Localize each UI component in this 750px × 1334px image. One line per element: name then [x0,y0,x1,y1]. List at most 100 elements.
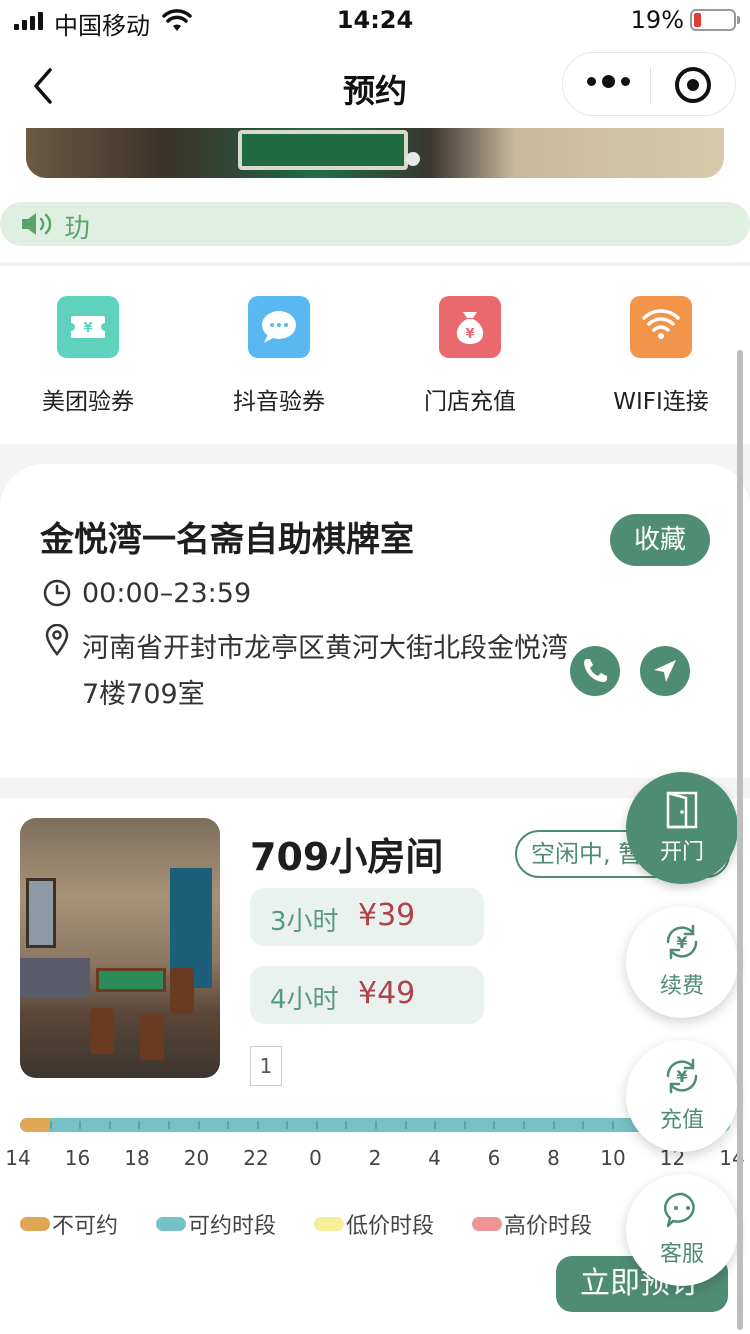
customer-service-button[interactable]: 客服 [626,1174,738,1286]
pagination-page[interactable]: 1 [250,1046,282,1086]
timeline-tick [256,1121,259,1129]
timeline-hour-label: 4 [428,1146,441,1170]
timeline-hour-label: 6 [487,1146,501,1170]
quick-action-meituan[interactable]: ¥ 美团验券 [8,296,168,416]
timeline-tick [522,1121,525,1129]
recharge-button[interactable]: ¥ 充值 [626,1040,738,1152]
quick-action-recharge[interactable]: ¥ 门店充值 [390,296,550,416]
scrollbar[interactable] [737,350,743,1330]
open-door-button[interactable]: 开门 [626,772,738,884]
navigate-button[interactable] [640,646,690,696]
favorite-button[interactable]: 收藏 [610,514,710,566]
timeline-hour-label: 2 [368,1146,382,1170]
timeline-tick [493,1121,496,1129]
renew-yuan-icon: ¥ [666,924,698,960]
quick-action-douyin[interactable]: 抖音验券 [199,296,359,416]
timeline-hour-label: 22 [243,1146,269,1170]
quick-actions: ¥ 美团验券 抖音验券 ¥ 门店充值 WIFI连接 [0,266,750,444]
capsule-divider [650,67,651,103]
timeline-hour-label: 14 [5,1146,31,1170]
close-miniprogram-icon[interactable] [675,67,711,103]
store-name: 金悦湾一名斋自助棋牌室 [40,520,414,560]
legend-label: 可约时段 [188,1214,277,1239]
door-icon [666,791,698,829]
call-button[interactable] [570,646,620,696]
svg-text:¥: ¥ [676,1067,687,1086]
price-duration: 4小时 [270,985,339,1015]
timeline-tick [611,1121,614,1129]
quick-action-wifi[interactable]: WIFI连接 [581,296,741,416]
timeline-hour-label: 20 [183,1146,210,1170]
timeline-tick [227,1121,230,1129]
status-bar: 中国移动 14:24 19% [0,0,750,44]
banner-image[interactable] [26,128,724,178]
timeline-tick [345,1121,348,1129]
svg-text:¥: ¥ [676,933,687,952]
legend-item: 低价时段 [314,1208,434,1240]
legend-swatch [20,1217,50,1231]
room-photo[interactable] [20,818,220,1078]
svg-text:¥: ¥ [465,327,474,342]
price-amount: ¥49 [358,976,416,1011]
notice-bar[interactable]: 玏 [0,202,750,246]
timeline-tick [315,1121,318,1129]
legend-label: 不可约 [52,1214,119,1239]
timeline-tick [108,1121,111,1129]
timeline-tick [375,1121,377,1129]
battery-percent: 19% [630,6,684,34]
legend-label: 低价时段 [346,1214,435,1239]
legend-item: 可约时段 [156,1208,276,1240]
open-door-label: 开门 [659,840,704,865]
quick-action-label: 美团验券 [42,389,134,415]
timeline-hour-label: 18 [124,1146,150,1170]
notice-text: 玏 [64,214,91,244]
timeline-tick [552,1121,555,1129]
notice-section: 玏 [0,188,750,262]
timeline-tick [138,1121,141,1129]
timeline-tick [582,1121,585,1129]
legend-item: 不可约 [20,1208,118,1240]
mahjong-table-graphic [238,130,408,170]
battery-icon [690,9,740,31]
price-option[interactable]: 4小时 ¥49 [250,966,484,1024]
legend-label: 高价时段 [504,1214,593,1239]
chat-face-icon [663,1192,695,1228]
renew-button[interactable]: ¥ 续费 [626,906,738,1018]
legend-swatch [156,1217,186,1231]
timeline-tick [167,1121,170,1129]
legend-swatch [314,1217,344,1231]
navigation-arrow-icon [654,660,676,682]
miniprogram-capsule [562,52,736,116]
meituan-voucher-icon: ¥ [57,296,119,358]
quick-action-label: 抖音验券 [233,389,325,415]
availability-timeline [20,1118,730,1132]
banner-section [0,128,750,188]
legend-swatch [472,1217,502,1231]
room-name: 709小房间 [250,835,444,879]
timeline-hour-label: 8 [547,1146,560,1170]
legend-item: 高价时段 [472,1208,592,1240]
douyin-chat-icon [248,296,310,358]
customer-service-label: 客服 [659,1242,704,1267]
quick-action-label: WIFI连接 [613,389,709,415]
timeline-tick [197,1121,200,1129]
price-option[interactable]: 3小时 ¥39 [250,888,484,946]
unavailable-segment [20,1118,50,1132]
price-duration: 3小时 [270,907,339,937]
wifi-icon [630,296,692,358]
store-address: 河南省开封市龙亭区黄河大街北段金悦湾7楼709室 [82,633,568,710]
quick-action-label: 门店充值 [424,389,516,415]
timeline-hour-label: 10 [600,1146,626,1170]
store-card: 金悦湾一名斋自助棋牌室 收藏 00:00–23:59 河南省开封市龙亭区黄河大街… [0,464,750,778]
timeline-tick [404,1121,407,1129]
timeline-hour-label: 0 [309,1146,322,1170]
opening-hours: 00:00–23:59 [82,578,252,609]
nav-bar: 预约 [0,44,750,128]
timeline-tick [434,1121,437,1129]
speaker-icon [22,213,52,235]
timeline-hour-label: 16 [64,1146,91,1170]
price-amount: ¥39 [358,898,416,933]
more-dots-icon[interactable] [587,75,630,88]
timeline-tick [463,1121,466,1129]
location-pin-icon [45,624,69,656]
